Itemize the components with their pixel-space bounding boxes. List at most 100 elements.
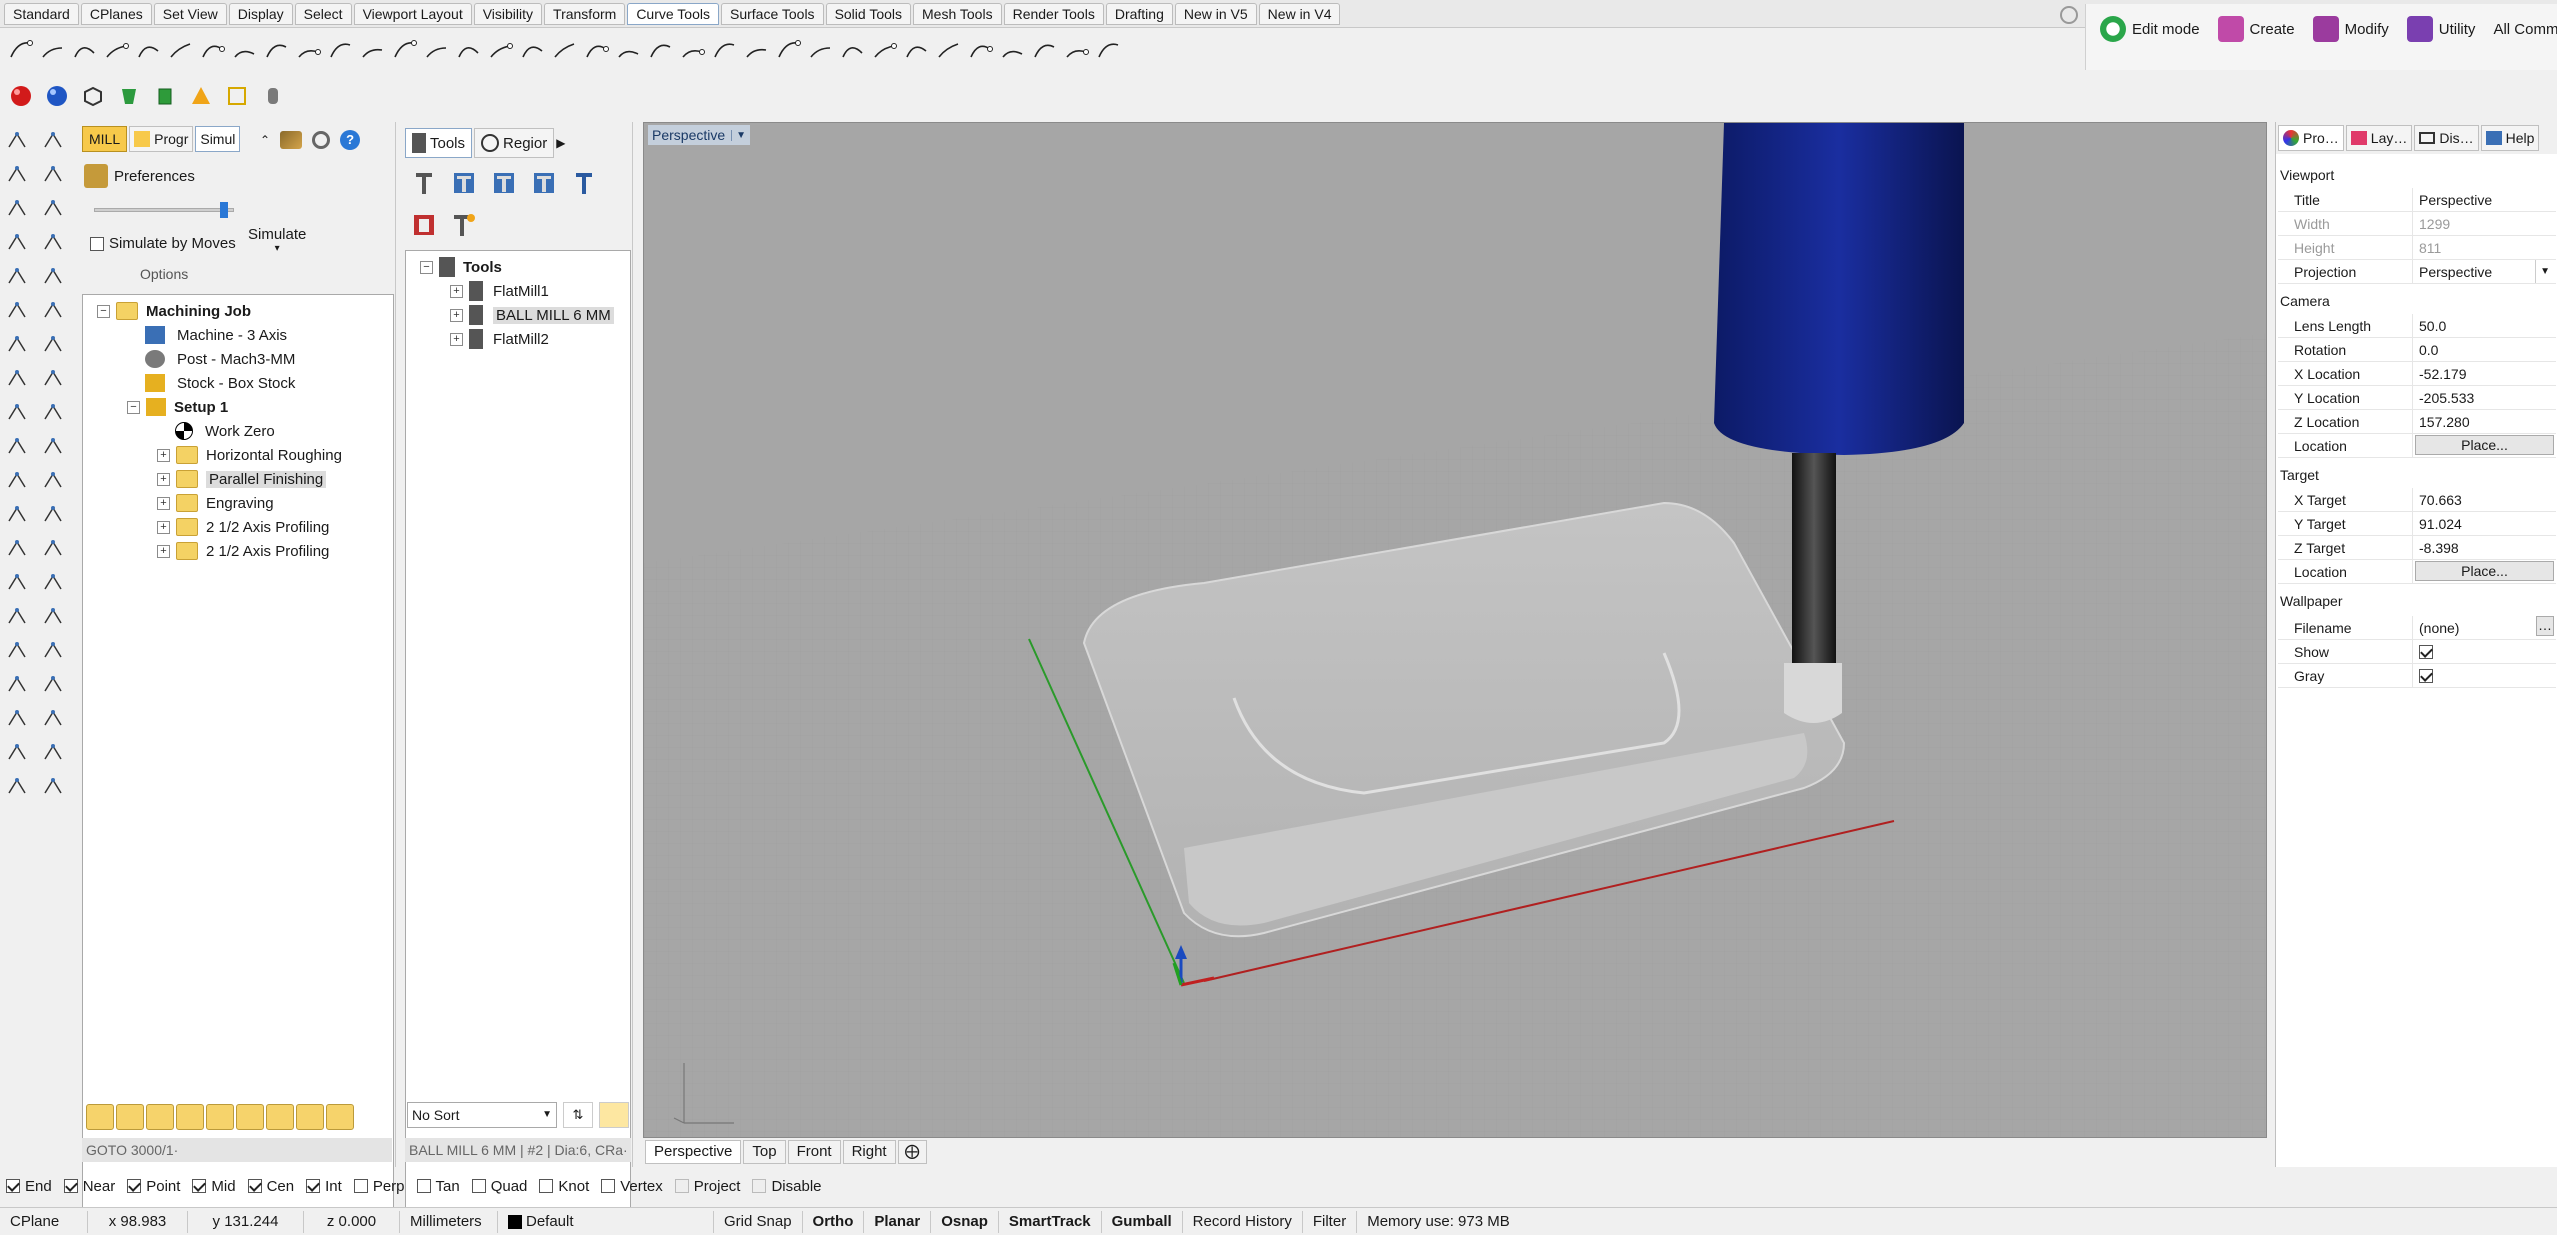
viewport-title[interactable]: Perspective ▼ [648,125,751,145]
osnap-tan[interactable]: Tan [416,1178,460,1195]
ribbon-tab[interactable]: Display [228,2,293,25]
tree-machine[interactable]: Machine - 3 Axis [145,323,287,347]
fair-curve-icon[interactable] [646,35,676,65]
green-material-icon[interactable] [114,81,144,111]
blue-sphere-icon[interactable] [42,81,72,111]
op-icon[interactable] [326,1104,354,1130]
osnap-perp[interactable]: Perp [353,1178,405,1195]
smooth-curve-icon[interactable] [678,35,708,65]
rotate-tool-icon[interactable] [2,772,32,802]
scale-tool-icon[interactable] [38,738,68,768]
split-tool-icon[interactable] [38,364,68,394]
collapse-icon[interactable]: ⌃ [260,133,270,147]
tree-op[interactable]: +2 1/2 Axis Profiling [157,515,329,539]
tool-star-icon[interactable] [449,210,479,240]
osnap-project[interactable]: Project [674,1178,740,1195]
y-location-field[interactable]: -205.533 [2412,386,2556,410]
osnap-quad[interactable]: Quad [471,1178,527,1195]
op-icon[interactable] [176,1104,204,1130]
tab-tools[interactable]: Tools [405,128,473,158]
tree-post[interactable]: Post - Mach3-MM [145,347,295,371]
curve-tool-icon[interactable] [2,160,32,190]
ribbon-tab[interactable]: Curve Tools [627,2,719,25]
curvature-curve-icon[interactable] [742,35,772,65]
ellipse-tool-icon[interactable] [38,228,68,258]
osnap-near[interactable]: Near [63,1178,115,1195]
help-icon[interactable]: ? [340,130,361,150]
tool-blue-icon[interactable] [569,168,599,198]
grid-snap-toggle[interactable]: Grid Snap [714,1210,803,1233]
osnap-end[interactable]: End [6,1178,52,1195]
perspective-viewport[interactable]: Perspective ▼ [643,122,2267,1138]
simulate-button[interactable]: Simulate ▾ [248,226,306,254]
revolve-tool-icon[interactable] [2,568,32,598]
cplane-status[interactable]: CPlane [0,1210,88,1233]
mesh-tool-icon[interactable] [2,602,32,632]
x-target-field[interactable]: 70.663 [2412,488,2556,512]
tab-region[interactable]: Regior [474,128,555,158]
spline-curve-icon[interactable] [134,35,164,65]
tab-front[interactable]: Front [787,1140,841,1164]
ribbon-tab[interactable]: New in V4 [1258,2,1341,25]
freeform-tool-icon[interactable] [2,228,32,258]
move-curve-icon[interactable] [870,35,900,65]
cylinder-icon[interactable] [258,81,288,111]
op-icon[interactable] [146,1104,174,1130]
smarttrack-toggle[interactable]: SmartTrack [999,1210,1102,1233]
text-tool-icon[interactable] [2,636,32,666]
offset-tool-icon[interactable] [38,296,68,326]
layer-status[interactable]: Default [498,1210,714,1233]
join-curve-icon[interactable] [422,35,452,65]
ribbon-tab[interactable]: Standard [4,2,79,25]
title-field[interactable]: Perspective [2412,188,2556,212]
cusp-curve-icon[interactable] [710,35,740,65]
ribbon-tab[interactable]: Mesh Tools [913,2,1002,25]
osnap-cen[interactable]: Cen [247,1178,294,1195]
chamfer-tool-icon[interactable] [38,330,68,360]
x-location-field[interactable]: -52.179 [2412,362,2556,386]
tab-help[interactable]: Help [2480,125,2540,151]
modify-button[interactable]: Modify [2307,14,2395,44]
all-commands-button[interactable]: All Command [2487,14,2557,44]
ribbon-tab[interactable]: Set View [153,2,227,25]
tab-properties[interactable]: Pro… [2278,125,2344,151]
z-target-field[interactable]: -8.398 [2412,536,2556,560]
polygon-tool-icon[interactable] [38,262,68,292]
select-tool-icon[interactable] [2,126,32,156]
array-tool-icon[interactable] [2,738,32,768]
freeform-curve-icon[interactable] [166,35,196,65]
slider-thumb[interactable] [220,202,228,218]
hatch-tool-icon[interactable] [38,636,68,666]
dimension-tool-icon[interactable] [38,602,68,632]
sweep-tool-icon[interactable] [38,534,68,564]
lens-field[interactable]: 50.0 [2412,314,2556,338]
explode-curve-icon[interactable] [454,35,484,65]
record-history-toggle[interactable]: Record History [1183,1210,1303,1233]
simulation-speed-slider[interactable] [94,208,234,212]
remove-curve-icon[interactable] [934,35,964,65]
op-icon[interactable] [86,1104,114,1130]
op-icon[interactable] [236,1104,264,1130]
tree-machining-job[interactable]: − Machining Job [97,299,251,323]
arc-tool-icon[interactable] [2,194,32,224]
rebuild-curve-icon[interactable] [262,35,292,65]
ribbon-tab[interactable]: Drafting [1105,2,1173,25]
edit-curve-icon[interactable] [838,35,868,65]
polyline-tool-icon[interactable] [38,160,68,190]
blend-curve-icon[interactable] [358,35,388,65]
osnap-point[interactable]: Point [127,1178,180,1195]
dec-curve-icon[interactable] [614,35,644,65]
match-curve-icon[interactable] [1062,35,1092,65]
tree-op[interactable]: +2 1/2 Axis Profiling [157,539,329,563]
polyline-curve-icon[interactable] [38,35,68,65]
ortho-toggle[interactable]: Ortho [803,1210,865,1233]
tool-item[interactable]: + FlatMill2 [450,327,549,351]
sort-order-icon[interactable]: ⇅ [563,1102,593,1128]
osnap-disable[interactable]: Disable [752,1178,822,1195]
knot-curve-icon[interactable] [998,35,1028,65]
tab-layers[interactable]: Lay… [2345,125,2413,151]
kink-curve-icon[interactable] [966,35,996,65]
filename-field[interactable]: (none) [2419,616,2459,639]
ribbon-tab[interactable]: CPlanes [80,2,152,25]
trim-curve-icon[interactable] [518,35,548,65]
